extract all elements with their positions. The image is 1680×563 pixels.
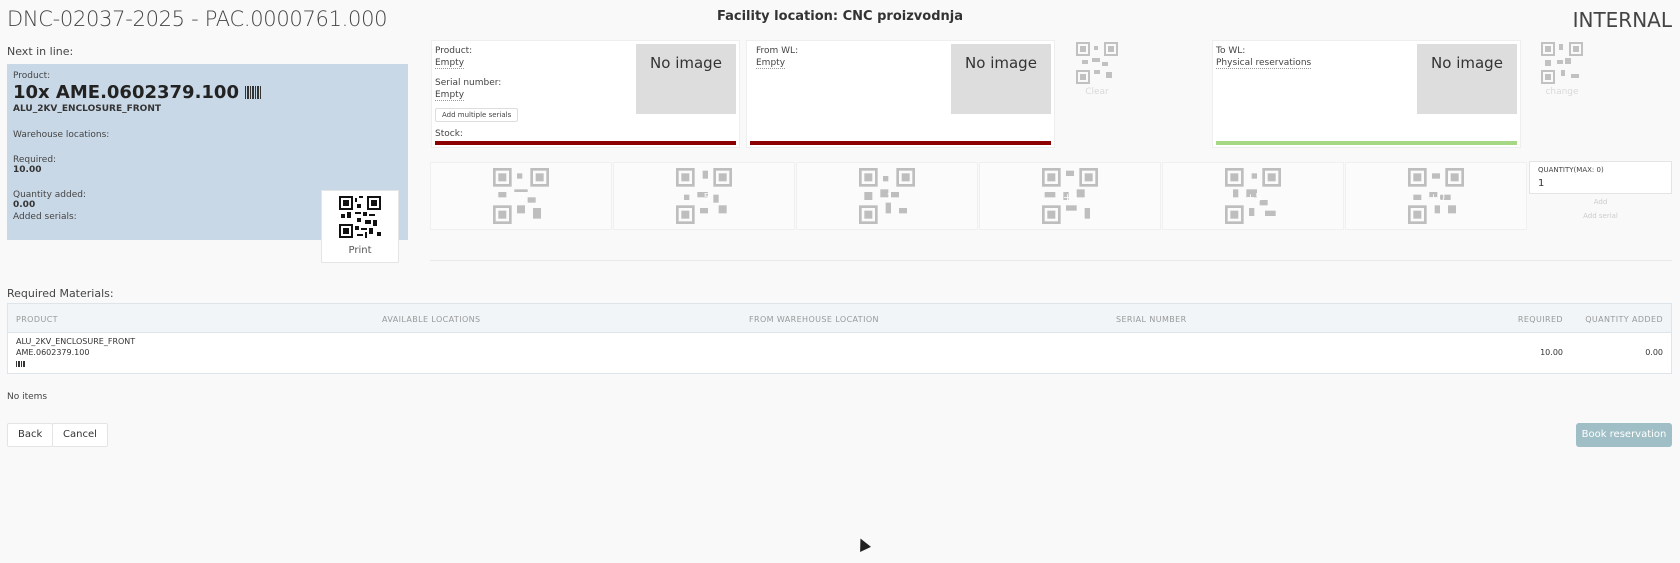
shortcut-label: -1 <box>882 191 894 204</box>
shortcut-plus-0[interactable]: +0 <box>1345 162 1527 230</box>
add-button[interactable]: Add <box>1529 198 1672 206</box>
shortcut-label: +1 <box>1062 191 1080 204</box>
from-wl-panel: From WL: Empty No image <box>746 40 1055 148</box>
panel-product-value[interactable]: Empty <box>435 58 465 69</box>
mouse-cursor-icon <box>855 536 871 552</box>
warehouse-locations-label: Warehouse locations: <box>13 130 110 140</box>
required-value: 10.00 <box>13 165 42 175</box>
quantity-input[interactable]: QUANTITY(MAX: 0) 1 <box>1529 161 1672 194</box>
clear-label: Clear <box>1085 87 1109 97</box>
shortcut-plus-5[interactable]: +5 <box>1162 162 1344 230</box>
column-header-serial-number[interactable]: SERIAL NUMBER <box>1116 315 1187 324</box>
qr-code-icon <box>1541 42 1583 84</box>
column-header-from-warehouse-location[interactable]: FROM WAREHOUSE LOCATION <box>749 315 879 324</box>
clear-qr-button[interactable]: Clear <box>1059 42 1135 97</box>
change-qr-button[interactable]: change <box>1524 42 1600 97</box>
barcode-icon <box>16 360 25 369</box>
product-label: Product: <box>13 71 51 81</box>
column-header-quantity-added[interactable]: QUANTITY ADDED <box>1585 315 1663 324</box>
shortcut-label: +5 <box>1245 191 1263 204</box>
shortcut-0[interactable]: 0 <box>430 162 612 230</box>
cancel-button[interactable]: Cancel <box>52 423 108 447</box>
table-row[interactable]: ALU_2KV_ENCLOSURE_FRONT AME.0602379.100 … <box>8 333 1671 373</box>
divider <box>430 260 1672 261</box>
qr-code-icon <box>1076 42 1118 84</box>
stock-label: Stock: <box>435 129 463 139</box>
shortcut-label: -5 <box>699 191 711 204</box>
back-button[interactable]: Back <box>7 423 54 447</box>
required-materials-label: Required Materials: <box>7 287 114 300</box>
column-header-required[interactable]: REQUIRED <box>1518 315 1563 324</box>
table-header: PRODUCT AVAILABLE LOCATIONS FROM WAREHOU… <box>8 304 1671 333</box>
to-wl-value[interactable]: Physical reservations <box>1216 58 1312 69</box>
print-button[interactable]: Print <box>321 190 399 263</box>
shortcut-label: 0 <box>518 191 526 204</box>
row-product-code: AME.0602379.100 <box>16 348 90 357</box>
print-label: Print <box>348 245 372 256</box>
next-product-code-text: 10x AME.0602379.100 <box>13 82 239 103</box>
next-product-code: 10x AME.0602379.100 <box>13 82 402 103</box>
qr-code-icon <box>339 196 381 238</box>
add-multiple-serials-button[interactable]: Add multiple serials <box>435 108 519 122</box>
product-image-placeholder: No image <box>636 44 736 114</box>
to-wl-status-bar <box>1216 141 1517 145</box>
shortcut-minus-5[interactable]: -5 <box>613 162 795 230</box>
row-product-name: ALU_2KV_ENCLOSURE_FRONT <box>16 337 136 346</box>
to-wl-panel: To WL: Physical reservations No image <box>1212 40 1521 148</box>
required-label: Required: <box>13 155 57 165</box>
no-items-text: No items <box>7 392 48 402</box>
row-quantity-added: 0.00 <box>1645 348 1663 357</box>
add-serial-button[interactable]: Add serial <box>1529 212 1672 220</box>
to-wl-image-placeholder: No image <box>1417 44 1517 114</box>
facility-location: Facility location: CNC proizvodnja <box>717 9 963 24</box>
next-in-line-label: Next in line: <box>7 45 74 58</box>
change-label: change <box>1545 87 1579 97</box>
barcode-icon <box>244 86 262 99</box>
serial-number-value[interactable]: Empty <box>435 90 465 101</box>
shortcut-label: +0 <box>1428 191 1446 204</box>
column-header-product[interactable]: PRODUCT <box>16 315 58 324</box>
mode-label: INTERNAL <box>1572 8 1672 32</box>
column-header-available-locations[interactable]: AVAILABLE LOCATIONS <box>382 315 481 324</box>
book-reservation-button[interactable]: Book reservation <box>1576 423 1672 447</box>
shortcut-minus-1[interactable]: -1 <box>796 162 978 230</box>
quantity-value: 1 <box>1538 178 1545 189</box>
product-panel: Product: Empty Serial number: Empty Add … <box>431 40 740 148</box>
required-materials-table: PRODUCT AVAILABLE LOCATIONS FROM WAREHOU… <box>7 303 1672 374</box>
next-product-name: ALU_2KV_ENCLOSURE_FRONT <box>13 104 162 114</box>
from-wl-image-placeholder: No image <box>951 44 1051 114</box>
quantity-label: QUANTITY(MAX: 0) <box>1538 166 1604 174</box>
shortcut-plus-1[interactable]: +1 <box>979 162 1161 230</box>
product-status-bar <box>435 141 736 145</box>
row-required: 10.00 <box>1540 348 1563 357</box>
from-wl-value[interactable]: Empty <box>756 58 786 69</box>
from-wl-status-bar <box>750 141 1051 145</box>
